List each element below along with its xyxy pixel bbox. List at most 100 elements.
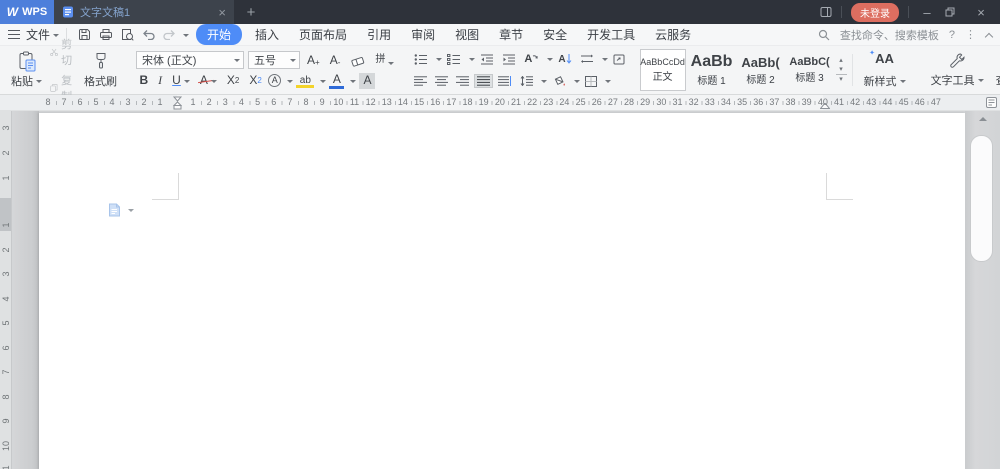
ruler-number: 6	[77, 97, 83, 107]
file-menu-caret-icon[interactable]	[53, 33, 60, 40]
find-replace-button[interactable]: 查找替换	[990, 50, 1000, 90]
bullet-list-button[interactable]	[411, 52, 431, 67]
tab-close-icon[interactable]: ×	[218, 6, 226, 19]
ruler-number: 10	[1, 440, 11, 451]
scrollbar-thumb[interactable]	[970, 135, 993, 262]
align-center-button[interactable]	[432, 74, 451, 88]
sort-button[interactable]: A	[555, 52, 574, 67]
print-button[interactable]	[99, 28, 113, 41]
subscript-button[interactable]: X2	[246, 73, 265, 89]
paragraph-layout-button[interactable]	[610, 52, 628, 67]
scroll-up-icon[interactable]	[978, 113, 987, 121]
style-heading-2[interactable]: AaBb( 标题 2	[738, 49, 784, 91]
align-left-button[interactable]	[411, 74, 430, 88]
login-badge[interactable]: 未登录	[851, 2, 899, 22]
close-button[interactable]: ×	[972, 5, 990, 20]
horizontal-ruler[interactable]: 8 7 6 5 4 3 2 1 1 2 3 4 5 6 7 8 9 10 11 12 13 14 15 16 17 18 19 20 2…	[0, 95, 1000, 111]
chevron-down-icon	[899, 80, 906, 86]
restore-button[interactable]	[945, 7, 963, 17]
wps-menu-button[interactable]: W WPS	[0, 0, 54, 24]
menu-tab-5[interactable]: 视图	[448, 24, 486, 45]
line-spacing-button[interactable]	[517, 74, 536, 88]
font-family-select[interactable]: 宋体 (正文)	[136, 51, 244, 69]
menu-tab-8[interactable]: 开发工具	[580, 24, 642, 45]
decrease-indent-button[interactable]	[477, 52, 497, 67]
undo-button[interactable]	[142, 29, 155, 40]
italic-button[interactable]: I	[155, 73, 166, 89]
decrease-font-button[interactable]: A-	[327, 53, 344, 67]
paste-button[interactable]: 粘贴	[7, 50, 46, 90]
styles-scroll-up-icon[interactable]: ▴	[836, 56, 847, 65]
new-style-icon: AA	[869, 49, 894, 66]
menu-tab-7[interactable]: 安全	[536, 24, 574, 45]
align-right-button[interactable]	[453, 74, 472, 88]
print-preview-button[interactable]	[121, 28, 134, 41]
vertical-ruler[interactable]: 3211234567891011	[0, 111, 12, 469]
enclosed-character-button[interactable]: A	[268, 74, 282, 88]
ruler-number: 38	[785, 97, 796, 107]
styles-scroll-down-icon[interactable]: ▾	[836, 65, 847, 74]
scrollbar[interactable]	[965, 111, 1000, 469]
menu-tab-3[interactable]: 引用	[360, 24, 398, 45]
menu-tab-1[interactable]: 插入	[248, 24, 286, 45]
style-normal[interactable]: AaBbCcDd 正文	[639, 49, 686, 91]
document-tab[interactable]: 文字文稿1 ×	[54, 0, 234, 24]
font-color-button[interactable]: A	[329, 72, 344, 89]
font-size-select[interactable]: 五号	[248, 51, 300, 69]
more-menu-icon[interactable]: ⋮	[965, 28, 976, 41]
style-heading-1[interactable]: AaBb 标题 1	[689, 49, 735, 91]
file-menu[interactable]: 文件	[26, 26, 50, 43]
ruler-number: 29	[640, 97, 651, 107]
help-button[interactable]: ?	[949, 29, 955, 41]
numbered-list-button[interactable]	[444, 52, 464, 67]
distribute-button[interactable]	[495, 74, 515, 88]
menu-tab-0[interactable]: 开始	[196, 24, 243, 45]
text-direction-button[interactable]: A	[521, 51, 542, 67]
borders-button[interactable]	[582, 74, 600, 89]
increase-font-button[interactable]: A +	[304, 53, 323, 67]
menu-tab-9[interactable]: 云服务	[648, 24, 698, 45]
menu-tab-6[interactable]: 章节	[492, 24, 530, 45]
divider	[841, 6, 842, 18]
underline-button[interactable]: U	[169, 73, 194, 89]
quickbar-caret-icon[interactable]	[183, 33, 190, 40]
ribbon: 粘贴 剪切 复制 格式刷	[0, 39, 1000, 103]
phonetic-guide-button[interactable]: 拼	[372, 54, 397, 66]
paste-caret-icon	[36, 80, 42, 86]
highlight-color-button[interactable]: ab	[296, 74, 314, 88]
menu-tab-2[interactable]: 页面布局	[292, 24, 354, 45]
shading-color-button[interactable]	[549, 73, 569, 89]
new-tab-button[interactable]: +	[234, 0, 268, 24]
text-tool-button[interactable]: 文字工具	[925, 50, 990, 90]
styles-gallery-more-icon[interactable]: ▾	[835, 74, 847, 84]
page-settings-widget[interactable]	[108, 203, 134, 217]
first-line-indent-marker[interactable]	[173, 96, 182, 110]
divider	[851, 54, 853, 86]
search-commands[interactable]: 查找命令、搜索模板	[840, 27, 939, 43]
chevron-down-icon	[320, 79, 327, 86]
increase-indent-button[interactable]	[499, 52, 519, 67]
clear-format-button[interactable]	[347, 54, 368, 67]
bold-button[interactable]: B	[136, 73, 152, 89]
format-painter-button[interactable]: 格式刷	[80, 50, 121, 90]
superscript-button[interactable]: X2	[223, 73, 242, 89]
new-style-button[interactable]: AA 新样式	[858, 49, 912, 91]
hamburger-icon[interactable]	[8, 30, 20, 39]
character-shading-button[interactable]: A	[359, 72, 376, 89]
asian-layout-button[interactable]	[577, 52, 597, 66]
menu-tabs: 开始 插入 页面布局 引用 审阅 视图 章节 安全 开发工具 云服务	[193, 24, 701, 45]
task-window-icon[interactable]	[820, 6, 832, 18]
ruler-toggle-icon[interactable]	[986, 97, 997, 108]
ruler-number: 8	[45, 97, 51, 107]
minimize-button[interactable]: –	[918, 5, 936, 20]
strikethrough-button[interactable]: A	[196, 73, 220, 89]
menu-tab-4[interactable]: 审阅	[404, 24, 442, 45]
document-page[interactable]	[39, 113, 965, 469]
save-button[interactable]	[78, 28, 91, 41]
collapse-ribbon-icon[interactable]	[984, 32, 994, 41]
ruler-number: 2	[1, 247, 11, 253]
justify-button[interactable]	[474, 74, 494, 88]
tools-group: 文字工具 查找替换 选择	[920, 46, 1000, 94]
style-heading-3[interactable]: AaBbC( 标题 3	[787, 49, 833, 91]
redo-button[interactable]	[163, 29, 176, 40]
